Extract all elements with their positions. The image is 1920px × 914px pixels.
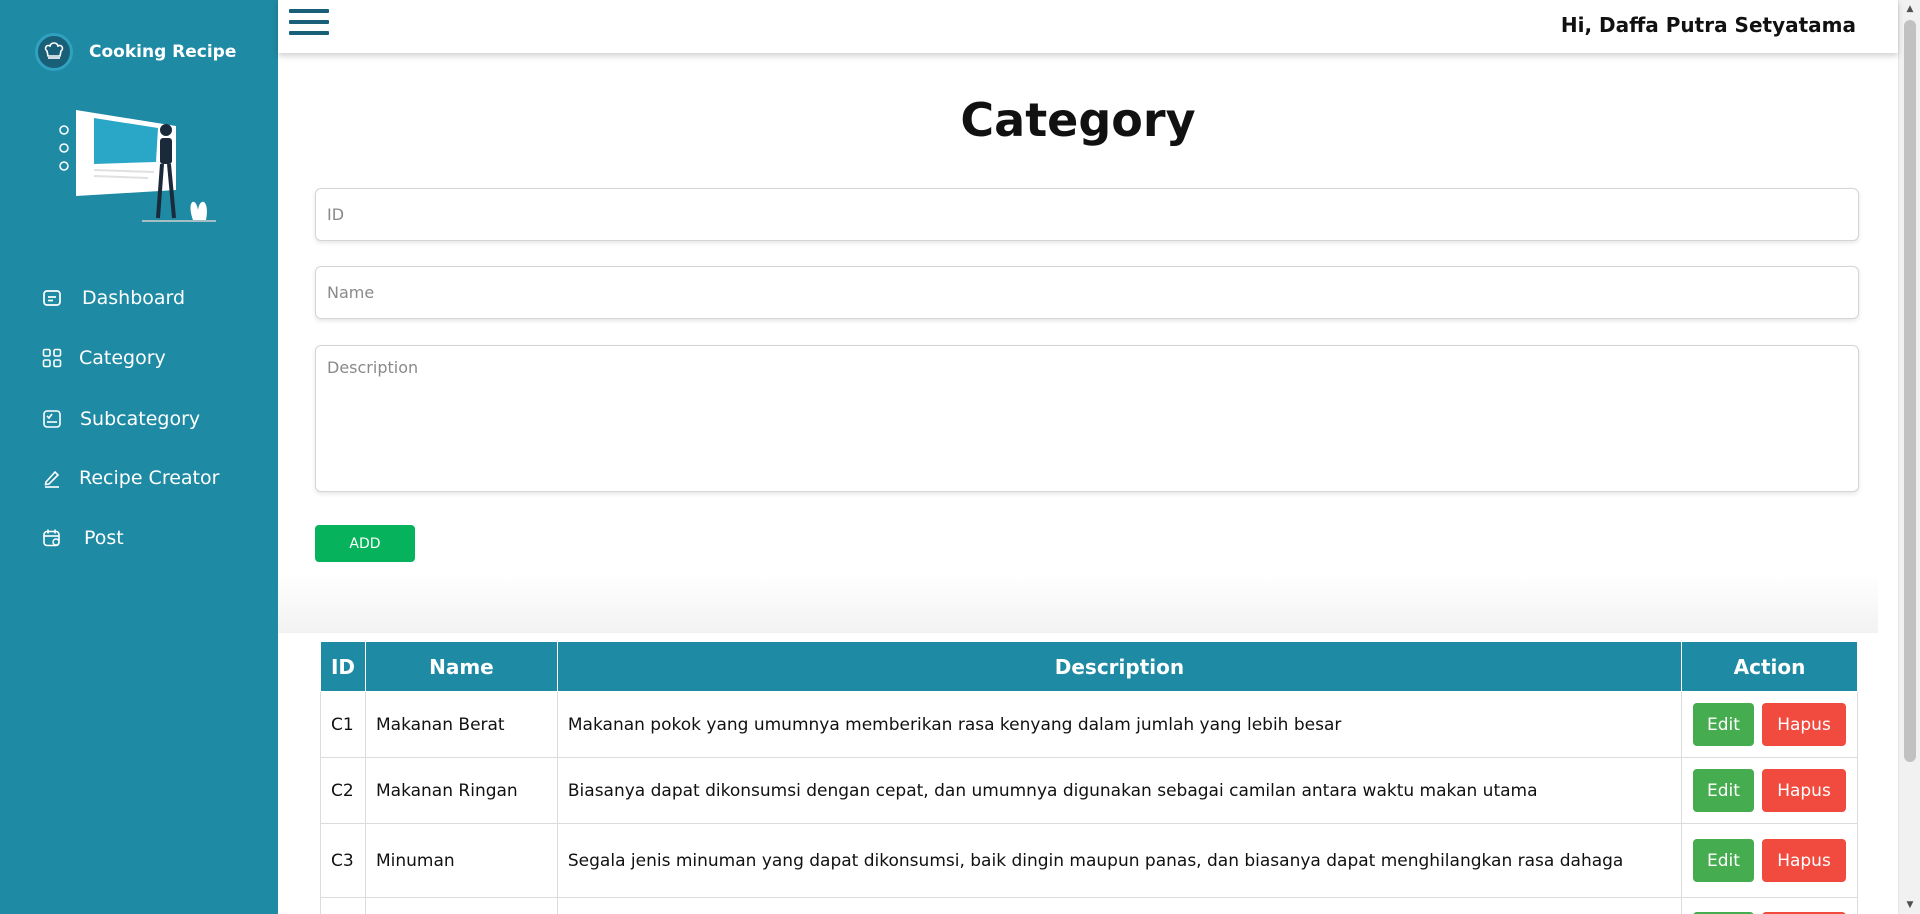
name-input[interactable] [315,266,1859,319]
sidebar-item-label: Subcategory [80,408,201,430]
delete-button[interactable]: Hapus [1762,839,1846,882]
table-header-row: ID Name Description Action [320,641,1859,692]
cell-id [320,897,366,914]
vertical-scrollbar[interactable]: ▲ ▼ [1898,0,1920,914]
cell-id: C1 [320,691,366,758]
pencil-icon [40,466,64,490]
sidebar-item-recipe-creator[interactable]: Recipe Creator [40,458,219,498]
main-content: Category ADD ID Name Description Action … [278,53,1898,914]
cell-actions: Edit Hapus [1680,691,1859,758]
sidebar-item-label: Dashboard [82,287,186,309]
column-header-name: Name [364,641,558,692]
cell-id: C2 [320,757,366,824]
edit-button[interactable]: Edit [1692,839,1754,882]
cell-actions: Edit Hapus [1680,823,1859,898]
cell-name: Minuman [364,823,558,898]
delete-button[interactable]: Hapus [1762,703,1846,746]
edit-button[interactable]: Edit [1692,703,1754,746]
sidebar-item-label: Post [84,527,124,549]
cell-name [364,897,558,914]
edit-button[interactable]: Edit [1692,769,1754,812]
cell-name: Makanan Berat [364,691,558,758]
grid-icon [40,346,64,370]
dashboard-icon [40,286,64,310]
cell-name: Makanan Ringan [364,757,558,824]
table-row-partial [320,897,1859,914]
table-row: C1 Makanan Berat Makanan pokok yang umum… [320,691,1859,758]
sidebar-item-label: Category [79,347,166,369]
dashboard-illustration [58,100,218,228]
column-header-description: Description [556,641,1682,692]
sidebar-item-dashboard[interactable]: Dashboard [40,278,185,318]
calendar-icon [40,526,64,550]
scrollbar-thumb[interactable] [1904,20,1916,762]
form-divider-shadow [278,573,1878,633]
delete-button[interactable]: Hapus [1762,769,1846,812]
sidebar-item-label: Recipe Creator [79,467,220,489]
checklist-icon [40,407,64,431]
cell-actions: Edit Hapus [1680,757,1859,824]
id-input[interactable] [315,188,1859,241]
chef-logo-icon [35,33,73,71]
scroll-up-arrow-icon[interactable]: ▲ [1899,0,1920,18]
cell-description: Makanan pokok yang umumnya memberikan ra… [556,691,1682,758]
brand[interactable]: Cooking Recipe [35,33,236,71]
hamburger-menu-icon[interactable] [289,9,329,37]
column-header-action: Action [1680,641,1859,692]
cell-description: Segala jenis minuman yang dapat dikonsum… [556,823,1682,898]
column-header-id: ID [320,641,366,692]
page-title: Category [960,93,1196,147]
cell-id: C3 [320,823,366,898]
sidebar: Cooking Recipe Dashboard Category Subcat… [0,0,278,914]
table-row: C2 Makanan Ringan Biasanya dapat dikonsu… [320,757,1859,824]
cell-actions [1680,897,1859,914]
category-table: ID Name Description Action C1 Makanan Be… [320,641,1859,914]
scroll-down-arrow-icon[interactable]: ▼ [1899,896,1920,914]
add-button[interactable]: ADD [315,525,415,562]
cell-description [556,897,1682,914]
sidebar-item-post[interactable]: Post [40,518,124,558]
category-table-wrapper: ID Name Description Action C1 Makanan Be… [320,641,1859,914]
brand-title: Cooking Recipe [89,42,237,62]
user-greeting: Hi, Daffa Putra Setyatama [1560,13,1856,37]
sidebar-item-subcategory[interactable]: Subcategory [40,399,200,439]
top-bar: Hi, Daffa Putra Setyatama [278,0,1898,53]
cell-description: Biasanya dapat dikonsumsi dengan cepat, … [556,757,1682,824]
sidebar-item-category[interactable]: Category [40,338,166,378]
table-row: C3 Minuman Segala jenis minuman yang dap… [320,823,1859,898]
description-textarea[interactable] [315,345,1859,492]
